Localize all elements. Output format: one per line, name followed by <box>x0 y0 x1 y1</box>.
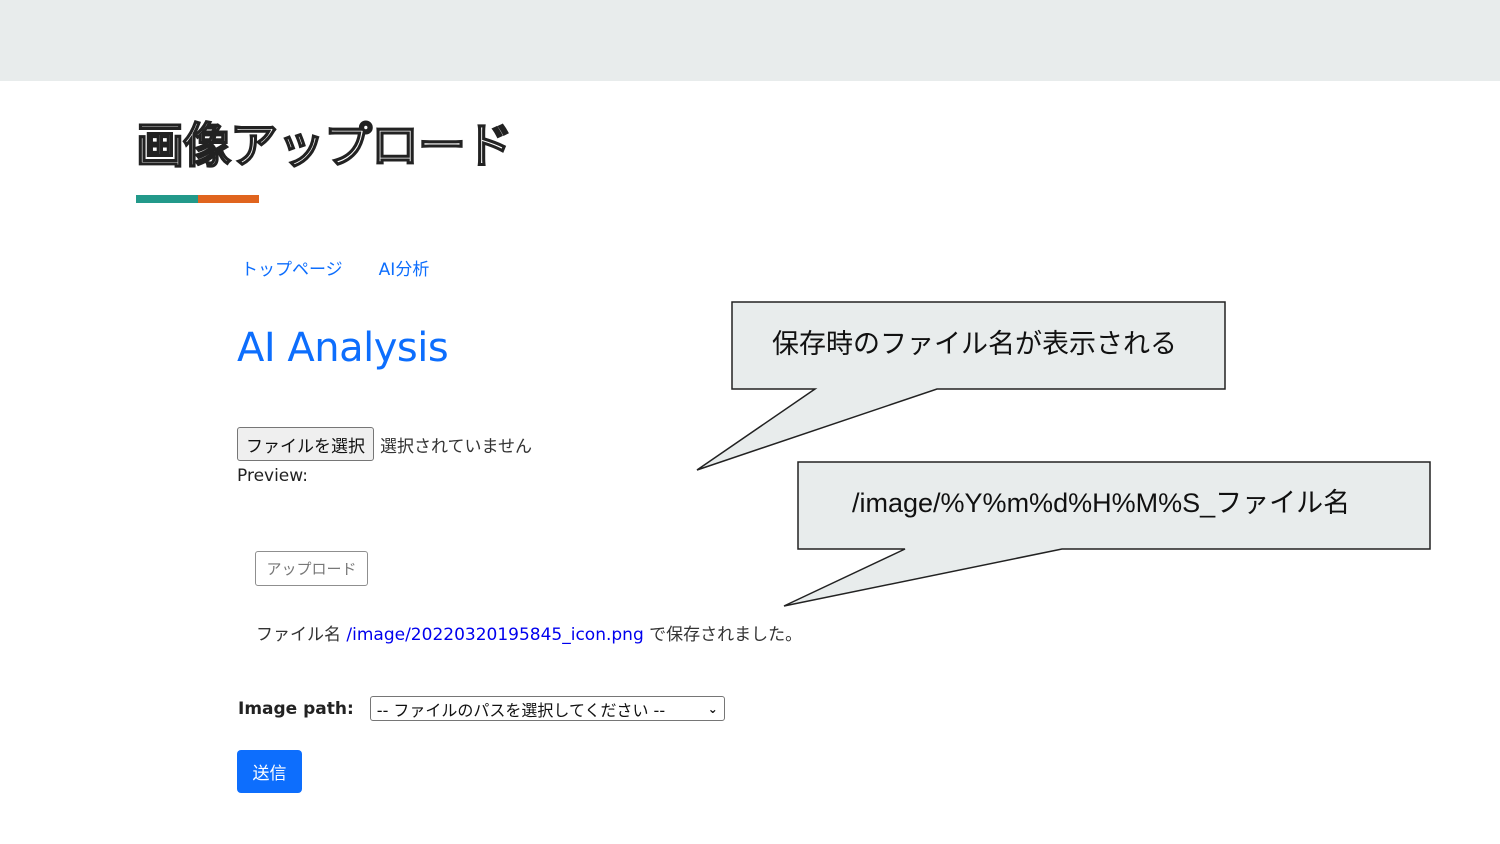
callout-bubble-filename-format <box>783 461 1431 607</box>
title-underline <box>136 195 259 203</box>
slide-title: 画像アップロード <box>135 117 514 175</box>
chevron-down-icon: ⌄ <box>707 701 718 716</box>
page-heading: AI Analysis <box>237 325 449 371</box>
callout-text-filename-display: 保存時のファイル名が表示される <box>772 329 1177 359</box>
choose-file-button[interactable]: ファイルを選択 <box>237 427 374 461</box>
top-band <box>0 0 1500 81</box>
upload-button[interactable]: アップロード <box>255 551 368 586</box>
preview-label: Preview: <box>237 466 308 486</box>
submit-button[interactable]: 送信 <box>237 750 302 793</box>
image-path-label: Image path: <box>238 698 354 719</box>
image-path-selected-value: -- ファイルのパスを選択してください -- <box>376 700 666 720</box>
saved-message: ファイル名 /image/20220320195845_icon.png で保存… <box>256 623 802 647</box>
image-path-select[interactable]: -- ファイルのパスを選択してください -- ⌄ <box>369 696 725 721</box>
image-path-row: Image path: -- ファイルのパスを選択してください -- ⌄ <box>238 696 725 721</box>
underline-teal-segment <box>136 195 198 203</box>
saved-message-prefix: ファイル名 <box>256 625 341 645</box>
file-input: ファイルを選択 選択されていません <box>237 427 532 461</box>
saved-message-suffix: で保存されました。 <box>649 625 803 645</box>
callout-text-filename-format: /image/%Y%m%d%H%M%S_ファイル名 <box>852 488 1351 518</box>
nav-link-top-page[interactable]: トップページ <box>241 258 343 282</box>
file-status-text: 選択されていません <box>380 436 532 457</box>
underline-orange-segment <box>198 195 259 203</box>
saved-file-link[interactable]: /image/20220320195845_icon.png <box>346 625 643 645</box>
nav-link-ai-analysis[interactable]: AI分析 <box>379 258 430 282</box>
nav-bar: トップページ AI分析 <box>241 258 429 282</box>
